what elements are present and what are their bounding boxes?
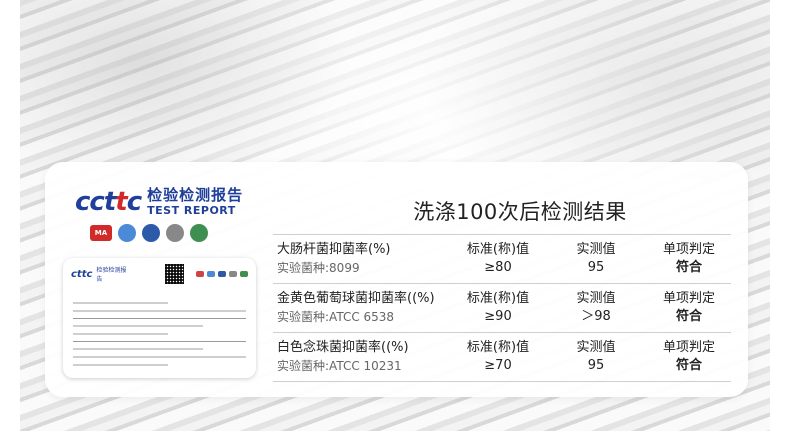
cma-badge-icon: MA	[90, 225, 112, 241]
judgement-label: 单项判定	[662, 291, 715, 306]
standard-label: 标准(称)值	[466, 340, 530, 355]
standard-value: ≥80	[484, 260, 512, 275]
measured-value: 95	[587, 260, 605, 275]
doc-badges	[196, 271, 248, 277]
results-title: 洗涤100次后检测结果	[413, 200, 627, 224]
strain-label: 实验菌种:8099	[277, 261, 360, 275]
indicator-name: 大肠杆菌抑菌率(%)	[277, 242, 391, 257]
indicator-name: 白色念珠菌抑菌率((%)	[277, 340, 409, 355]
doc-text-lines	[73, 296, 246, 372]
standard-value: ≥70	[484, 358, 512, 373]
report-document-thumbnail: cttc 检验检测报告	[63, 258, 256, 378]
table-row: 金黄色葡萄球菌抑菌率((%) 实验菌种:ATCC 6538 标准(称)值 ≥90…	[273, 283, 731, 332]
measured-label: 实测值	[576, 291, 616, 306]
indicator-name: 金黄色葡萄球菌抑菌率((%)	[277, 291, 435, 306]
standard-label: 标准(称)值	[466, 291, 530, 306]
doc-logo: cttc	[71, 268, 93, 280]
strain-label: 实验菌种:ATCC 10231	[277, 359, 402, 373]
certification-badges: MA	[90, 224, 208, 242]
measured-value: ＞98	[581, 309, 611, 324]
cnas-badge-icon	[142, 224, 160, 242]
judgement-label: 单项判定	[662, 340, 715, 355]
cttc-logo: ccttc 检验检测报告 TEST REPORT	[75, 187, 243, 217]
judgement-value: 符合	[675, 358, 702, 373]
standard-label: 标准(称)值	[466, 242, 530, 257]
measured-value: 95	[587, 358, 605, 373]
testing-badge-icon	[166, 224, 184, 242]
logo-name-cn: 检验检测报告	[147, 186, 244, 204]
green-seal-icon	[190, 224, 208, 242]
qr-code-icon	[164, 264, 184, 284]
table-row: 白色念珠菌抑菌率((%) 实验菌种:ATCC 10231 标准(称)值 ≥70 …	[273, 332, 731, 382]
judgement-value: 符合	[675, 309, 702, 324]
ilac-badge-icon	[118, 224, 136, 242]
standard-value: ≥90	[484, 309, 512, 324]
judgement-value: 符合	[675, 260, 702, 275]
measured-label: 实测值	[576, 242, 616, 257]
measured-label: 实测值	[576, 340, 616, 355]
logo-name-en: TEST REPORT	[147, 204, 236, 217]
results-table: 大肠杆菌抑菌率(%) 实验菌种:8099 标准(称)值 ≥80 实测值 95 单…	[273, 234, 731, 382]
strain-label: 实验菌种:ATCC 6538	[277, 310, 395, 324]
results-card: ccttc 检验检测报告 TEST REPORT MA cttc 检验检测报告	[45, 162, 748, 397]
doc-label: 检验检测报告	[96, 267, 127, 283]
table-row: 大肠杆菌抑菌率(%) 实验菌种:8099 标准(称)值 ≥80 实测值 95 单…	[273, 234, 731, 283]
judgement-label: 单项判定	[662, 242, 715, 257]
cttc-logo-mark: ccttc	[75, 187, 142, 217]
